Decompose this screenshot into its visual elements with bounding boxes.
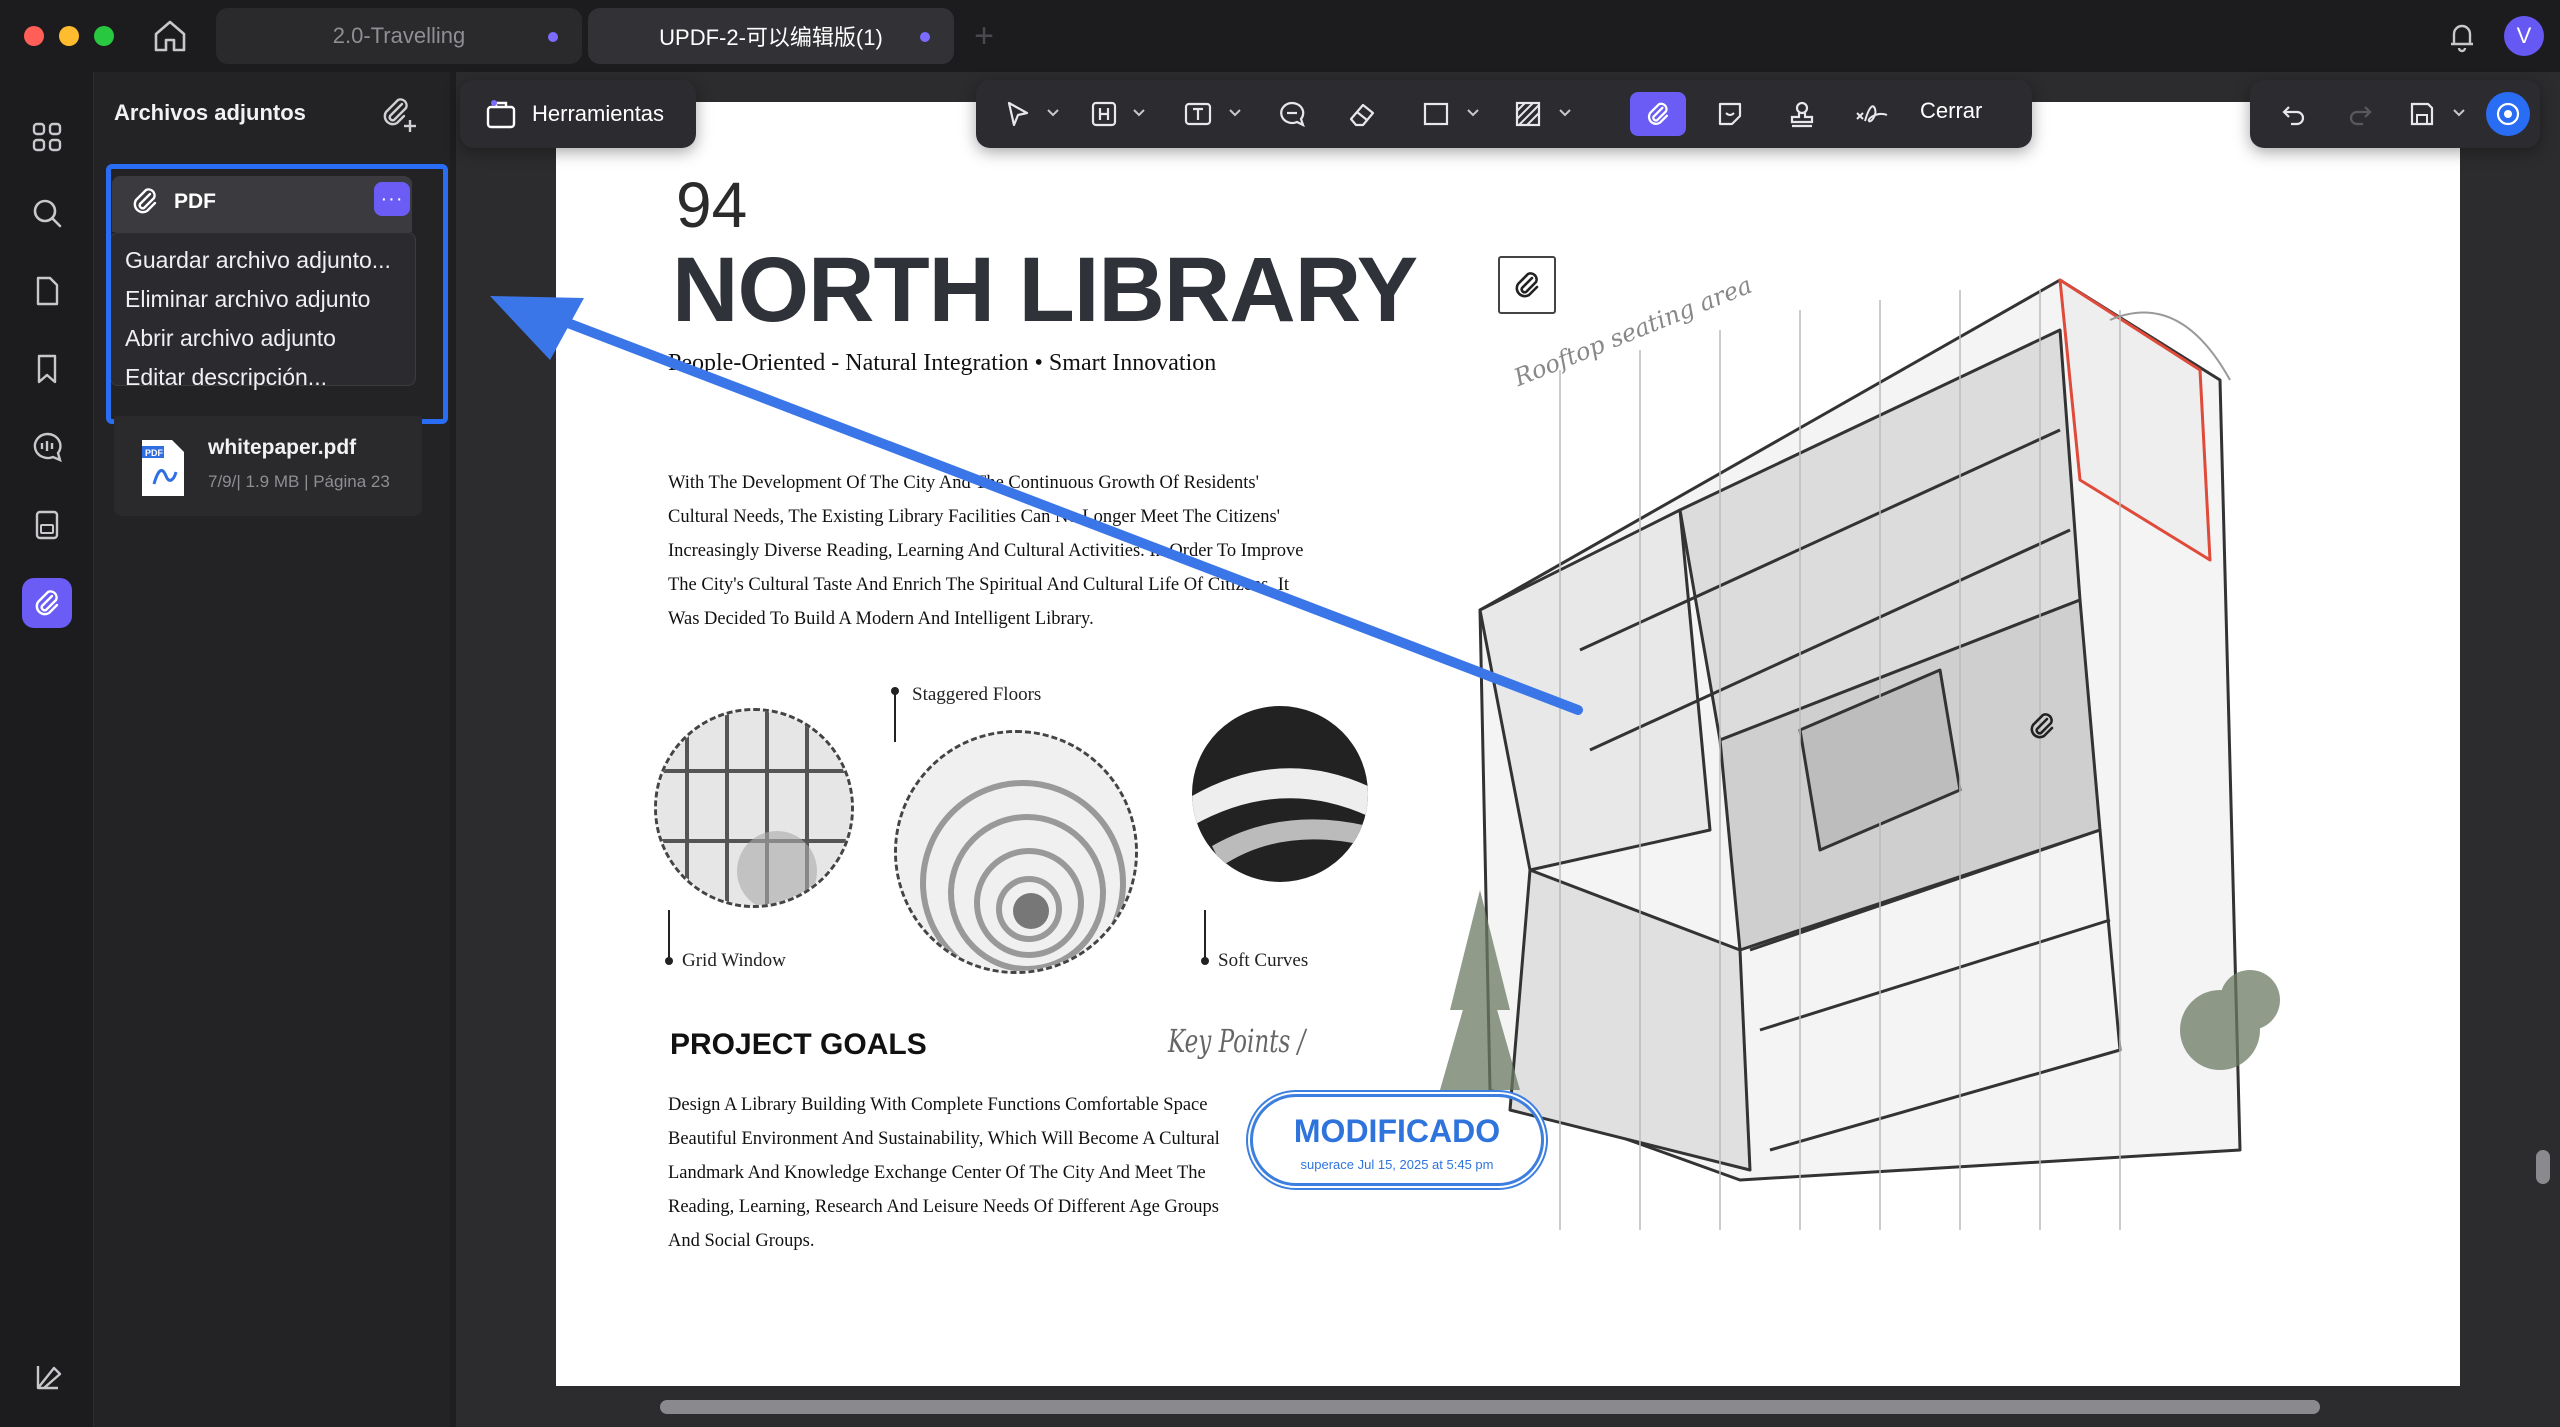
project-goals-body: Design A Library Building With Complete …: [668, 1088, 1288, 1258]
key-points-note: Key Points /: [1168, 1022, 1306, 1060]
grid-window-image: [654, 708, 854, 908]
caption-pin-icon: [665, 910, 673, 965]
avatar-initial: V: [2516, 23, 2532, 48]
grid-icon[interactable]: [22, 112, 72, 162]
rectangle-icon[interactable]: [1414, 92, 1458, 136]
tab-dot-icon: [920, 32, 930, 42]
attachment-icon[interactable]: [1630, 92, 1686, 136]
pointer-icon[interactable]: [996, 92, 1040, 136]
sticker-icon[interactable]: [1708, 92, 1752, 136]
staggered-floors-image: [894, 730, 1138, 974]
chevron-down-icon[interactable]: [2452, 108, 2466, 118]
ai-assistant-icon[interactable]: [2486, 92, 2530, 136]
highlight-icon[interactable]: [1082, 92, 1126, 136]
avatar[interactable]: V: [2504, 16, 2544, 56]
page-icon[interactable]: [22, 266, 72, 316]
signature-icon[interactable]: [1850, 92, 1894, 136]
comment-icon[interactable]: [1270, 92, 1314, 136]
form-icon[interactable]: [22, 500, 72, 550]
hatch-icon[interactable]: [1506, 92, 1550, 136]
modified-stamp[interactable]: MODIFICADO superace Jul 15, 2025 at 5:45…: [1250, 1094, 1544, 1186]
soft-curves-image: [1192, 706, 1368, 882]
stamp-title: MODIFICADO: [1293, 1113, 1501, 1149]
chevron-down-icon[interactable]: [1228, 108, 1242, 118]
layers-icon[interactable]: [22, 1352, 72, 1402]
body-line: Beautiful Environment And Sustainability…: [668, 1129, 1220, 1149]
caption-soft-curves: Soft Curves: [1218, 950, 1309, 971]
pdf-file-icon: PDF: [138, 438, 188, 498]
eraser-icon[interactable]: [1340, 92, 1384, 136]
body-line: Reading, Learning, Research And Leisure …: [668, 1197, 1219, 1217]
comment-icon[interactable]: [22, 422, 72, 472]
tools-label: Herramientas: [532, 101, 665, 126]
save-icon[interactable]: [2400, 92, 2444, 136]
attachment-file-row[interactable]: PDF whitepaper.pdf 7/9/| 1.9 MB | Página…: [114, 416, 422, 516]
bell-icon[interactable]: [2442, 16, 2482, 56]
window-close-button[interactable]: [24, 26, 44, 46]
tab-travelling[interactable]: 2.0-Travelling: [216, 8, 582, 64]
stamp-subtitle: superace Jul 15, 2025 at 5:45 pm: [1300, 1157, 1494, 1172]
window-minimize-button[interactable]: [59, 26, 79, 46]
file-icon-label: PDF: [145, 448, 164, 458]
window-maximize-button[interactable]: [94, 26, 114, 46]
annotation-toolbar: Cerrar: [976, 80, 2032, 148]
attachment-annotation-icon[interactable]: [2022, 706, 2062, 746]
body-line: Design A Library Building With Complete …: [668, 1095, 1208, 1115]
chevron-down-icon[interactable]: [1046, 108, 1060, 118]
attachments-panel: Archivos adjuntos PDF ··· Guardar archiv…: [94, 72, 450, 1427]
history-toolbar: [2250, 80, 2540, 148]
title-bar: 2.0-Travelling UPDF-2-可以编辑版(1) + V: [0, 0, 2560, 72]
file-meta: 7/9/| 1.9 MB | Página 23: [208, 472, 390, 491]
close-toolbar-button[interactable]: Cerrar: [1920, 98, 1982, 124]
search-icon[interactable]: [22, 188, 72, 238]
add-attachment-icon[interactable]: [376, 92, 420, 136]
tab-dot-icon: [548, 32, 558, 42]
text-box-icon[interactable]: [1176, 92, 1220, 136]
chevron-down-icon[interactable]: [1466, 108, 1480, 118]
undo-icon[interactable]: [2272, 92, 2316, 136]
caption-pin-icon: [1201, 910, 1209, 965]
callout-arrow: [490, 296, 1583, 715]
highlight-box: [106, 164, 448, 424]
home-icon[interactable]: [150, 16, 190, 56]
left-rail: [0, 72, 94, 1427]
bookmark-icon[interactable]: [22, 344, 72, 394]
caption-grid-window: Grid Window: [682, 950, 786, 971]
attachment-icon[interactable]: [22, 578, 72, 628]
chevron-down-icon[interactable]: [1558, 108, 1572, 118]
new-tab-button[interactable]: +: [966, 18, 1002, 54]
toolbox-icon: [486, 100, 516, 129]
body-line: And Social Groups.: [668, 1231, 815, 1251]
redo-icon[interactable]: [2338, 92, 2382, 136]
horizontal-scrollbar[interactable]: [660, 1400, 2320, 1414]
chevron-down-icon[interactable]: [1132, 108, 1146, 118]
page-number-heading: 94: [676, 169, 748, 241]
tab-label: 2.0-Travelling: [332, 23, 466, 48]
tools-button[interactable]: Herramientas: [460, 80, 696, 148]
project-goals-heading: PROJECT GOALS: [670, 1028, 927, 1061]
panel-title: Archivos adjuntos: [114, 100, 306, 125]
file-name: whitepaper.pdf: [208, 436, 357, 459]
tab-updf[interactable]: UPDF-2-可以编辑版(1): [588, 8, 954, 64]
body-line: Landmark And Knowledge Exchange Center O…: [668, 1163, 1206, 1183]
vertical-scrollbar[interactable]: [2536, 1150, 2550, 1184]
tab-label: UPDF-2-可以编辑版(1): [659, 25, 883, 50]
stamp-icon[interactable]: [1780, 92, 1824, 136]
